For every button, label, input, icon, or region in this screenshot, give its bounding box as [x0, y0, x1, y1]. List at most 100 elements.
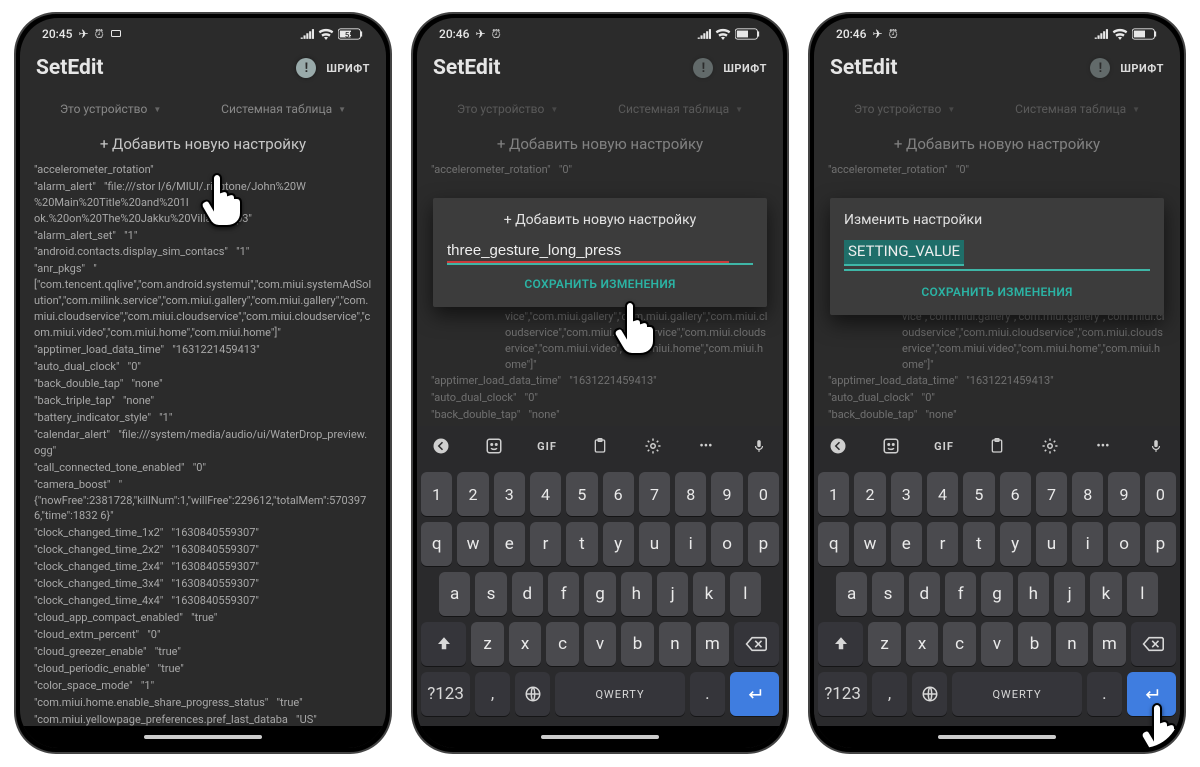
key-v[interactable]: v [584, 622, 616, 666]
filter-table[interactable]: Системная таблица▼ [618, 102, 743, 116]
key-n[interactable]: n [1056, 622, 1088, 666]
key-x[interactable]: x [906, 622, 938, 666]
key-5[interactable]: 5 [566, 472, 597, 516]
key-space[interactable]: QWERTY [952, 672, 1082, 716]
key-g[interactable]: g [584, 572, 615, 616]
key-language[interactable] [912, 672, 947, 716]
key-1[interactable]: 1 [818, 472, 849, 516]
setting-row[interactable]: "com.miui.home.enable_share_progress_sta… [34, 695, 372, 711]
key-k[interactable]: k [1090, 572, 1121, 616]
setting-name-input[interactable] [447, 240, 753, 265]
setting-row[interactable]: "back_triple_tap" "none" [34, 393, 372, 409]
settings-icon[interactable] [1036, 432, 1064, 460]
key-4[interactable]: 4 [927, 472, 958, 516]
key-o[interactable]: o [1108, 522, 1139, 566]
setting-row[interactable]: "calendar_alert" "file:///system/media/a… [34, 427, 372, 459]
key-f[interactable]: f [945, 572, 976, 616]
setting-row[interactable]: "alarm_alert_set" "1" [34, 228, 372, 244]
key-4[interactable]: 4 [530, 472, 561, 516]
more-icon[interactable]: ••• [692, 432, 720, 460]
key-2[interactable]: 2 [457, 472, 488, 516]
filter-device[interactable]: Это устройство▼ [60, 102, 161, 116]
key-b[interactable]: b [1018, 622, 1050, 666]
setting-row[interactable]: "accelerometer_rotation" [34, 162, 372, 178]
key-e[interactable]: e [494, 522, 525, 566]
key-r[interactable]: r [530, 522, 561, 566]
clipboard-icon[interactable] [983, 432, 1011, 460]
key-i[interactable]: i [1072, 522, 1103, 566]
key-p[interactable]: p [1145, 522, 1176, 566]
key-0[interactable]: 0 [748, 472, 779, 516]
key-c[interactable]: c [546, 622, 578, 666]
key-backspace[interactable] [734, 622, 779, 666]
key-t[interactable]: t [963, 522, 994, 566]
key-8[interactable]: 8 [675, 472, 706, 516]
key-q[interactable]: q [818, 522, 849, 566]
key-j[interactable]: j [657, 572, 688, 616]
kbd-collapse-icon[interactable] [824, 432, 852, 460]
key-2[interactable]: 2 [854, 472, 885, 516]
setting-row[interactable]: "battery_indicator_style" "1" [34, 410, 372, 426]
setting-row[interactable]: "android.contacts.display_sim_contacs" "… [34, 244, 372, 260]
key-h[interactable]: h [1018, 572, 1049, 616]
setting-row[interactable]: "clock_changed_time_4x4" "1630840559307" [34, 593, 372, 609]
key-x[interactable]: x [509, 622, 541, 666]
key-a[interactable]: a [439, 572, 470, 616]
setting-row[interactable]: "color_space_mode" "1" [34, 678, 372, 694]
setting-row[interactable]: "clock_changed_time_3x4" "1630840559307" [34, 576, 372, 592]
key-v[interactable]: v [981, 622, 1013, 666]
key-7[interactable]: 7 [1036, 472, 1067, 516]
key-e[interactable]: e [891, 522, 922, 566]
key-f[interactable]: f [548, 572, 579, 616]
key-l[interactable]: l [730, 572, 761, 616]
filter-device[interactable]: Это устройство▼ [457, 102, 558, 116]
mic-icon[interactable] [745, 432, 773, 460]
key-u[interactable]: u [639, 522, 670, 566]
mic-icon[interactable] [1142, 432, 1170, 460]
key-enter[interactable] [730, 672, 779, 716]
key-6[interactable]: 6 [603, 472, 634, 516]
key-d[interactable]: d [512, 572, 543, 616]
key-h[interactable]: h [621, 572, 652, 616]
key-w[interactable]: w [457, 522, 488, 566]
key-7[interactable]: 7 [639, 472, 670, 516]
key-s[interactable]: s [872, 572, 903, 616]
key-9[interactable]: 9 [711, 472, 742, 516]
setting-row[interactable]: "anr_pkgs" "["com.tencent.qqlive","com.a… [34, 261, 372, 341]
key-m[interactable]: m [1093, 622, 1125, 666]
setting-row[interactable]: "call_connected_tone_enabled" "0" [34, 460, 372, 476]
warning-icon[interactable]: ! [1090, 58, 1110, 78]
key-3[interactable]: 3 [494, 472, 525, 516]
setting-row[interactable]: "cloud_extm_percent" "0" [34, 627, 372, 643]
filter-device[interactable]: Это устройство▼ [854, 102, 955, 116]
key-s[interactable]: s [475, 572, 506, 616]
key-6[interactable]: 6 [1000, 472, 1031, 516]
warning-icon[interactable]: ! [296, 58, 316, 78]
add-setting-line[interactable]: + Добавить новую настройку [34, 134, 372, 156]
settings-icon[interactable] [639, 432, 667, 460]
save-button[interactable]: СОХРАНИТЬ ИЗМЕНЕНИЯ [844, 271, 1150, 309]
font-button[interactable]: ШРИФТ [723, 62, 767, 75]
key-language[interactable] [515, 672, 550, 716]
key-r[interactable]: r [927, 522, 958, 566]
setting-value-input[interactable]: SETTING_VALUE [844, 240, 964, 266]
key-shift[interactable] [818, 622, 863, 666]
key-q[interactable]: q [421, 522, 452, 566]
key-8[interactable]: 8 [1072, 472, 1103, 516]
key-m[interactable]: m [696, 622, 728, 666]
key-y[interactable]: y [1000, 522, 1031, 566]
key-5[interactable]: 5 [963, 472, 994, 516]
settings-list[interactable]: + Добавить новую настройку "acceleromete… [20, 124, 386, 748]
setting-row[interactable]: "clock_changed_time_2x2" "1630840559307" [34, 542, 372, 558]
key-k[interactable]: k [693, 572, 724, 616]
key-j[interactable]: j [1054, 572, 1085, 616]
key-l[interactable]: l [1127, 572, 1158, 616]
kbd-collapse-icon[interactable] [427, 432, 455, 460]
filter-table[interactable]: Системная таблица▼ [221, 102, 346, 116]
key-z[interactable]: z [868, 622, 900, 666]
key-comma[interactable]: , [475, 672, 510, 716]
key-comma[interactable]: , [872, 672, 907, 716]
more-icon[interactable]: ••• [1089, 432, 1117, 460]
setting-row[interactable]: "clock_changed_time_2x4" "1630840559307" [34, 559, 372, 575]
key-3[interactable]: 3 [891, 472, 922, 516]
